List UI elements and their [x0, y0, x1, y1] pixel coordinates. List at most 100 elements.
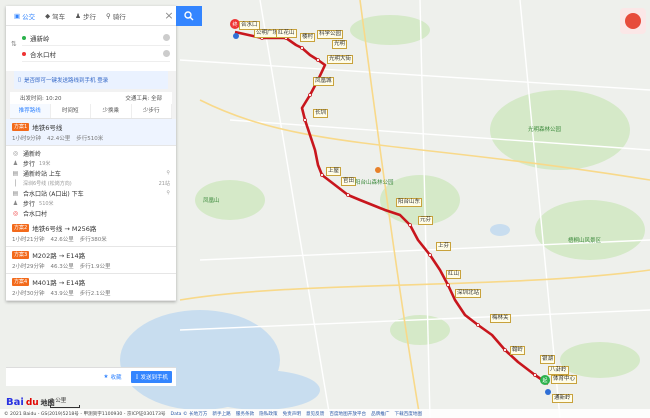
- place-label: 凤凰山: [203, 198, 220, 204]
- logo-text: Bai: [6, 397, 24, 408]
- step-item: ♟ 步行 510米: [12, 198, 170, 208]
- footer-link[interactable]: 意见反馈: [306, 411, 324, 417]
- footer-link[interactable]: 免责声明: [283, 411, 301, 417]
- station-label: 深圳北站: [455, 289, 482, 298]
- clear-icon[interactable]: [163, 34, 170, 41]
- tab-fewest-transfers[interactable]: 少换乘: [91, 104, 132, 118]
- subway-icon: ▤: [12, 169, 19, 177]
- end-icon: ◎: [12, 209, 19, 217]
- svg-text:起: 起: [542, 378, 547, 384]
- footer-link[interactable]: 品牌推广: [371, 411, 389, 417]
- origin-field[interactable]: 通新岭: [22, 30, 170, 46]
- station-label: 元芬: [418, 216, 434, 225]
- transit-type-select[interactable]: 交通工具: 全部: [125, 94, 162, 102]
- bus-icon: ▣: [14, 11, 21, 20]
- scale-label: 2 公里: [50, 398, 67, 404]
- footer-link[interactable]: 隐私政策: [259, 411, 277, 417]
- search-icon: [184, 11, 194, 21]
- clear-icon[interactable]: [163, 50, 170, 57]
- mode-bus[interactable]: ▣ 公交: [9, 6, 40, 26]
- step-item: ◎ 通新岭: [12, 148, 170, 158]
- origin-dot-icon: [22, 35, 26, 40]
- poi-pin[interactable]: [375, 167, 381, 173]
- plan-badge: 方案3: [12, 251, 30, 259]
- step-right: 21站: [158, 180, 170, 187]
- location-icon: ⚲: [166, 170, 170, 176]
- station-label: 体育中心: [551, 375, 578, 384]
- walk-icon: ♟: [12, 199, 19, 207]
- route-options: 出发时间: 10:20 交通工具: 全部: [10, 92, 172, 104]
- plan-walk: 步行510米: [76, 136, 104, 142]
- start-icon: ◎: [12, 149, 19, 157]
- step-item: ▤ 通新岭站 上车 ⚲: [12, 168, 170, 178]
- plan-walk: 步行2.1公里: [79, 291, 111, 297]
- footer-link[interactable]: 服务条款: [236, 411, 254, 417]
- svg-text:终: 终: [232, 21, 237, 28]
- plan-distance: 42.6公里: [50, 237, 74, 243]
- copyright-text: © 2021 Baidu - GS(2019)5218号 - 甲测资字11009…: [4, 411, 166, 417]
- plan-item[interactable]: 方案4 M401路 → E14路 2小时30分钟 43.9公里 步行2.1公里: [6, 274, 176, 301]
- close-icon[interactable]: ×: [162, 9, 176, 22]
- footer-link[interactable]: 新手上路: [212, 411, 230, 417]
- paw-icon: du: [25, 397, 39, 408]
- plan-item[interactable]: 方案1 地铁6号线 1小时9分钟 42.4公里 步行510米: [6, 119, 176, 146]
- footer-link[interactable]: 下载百度地图: [395, 411, 423, 417]
- promo-text: 是否即可一键发送路线到手机 登录: [24, 78, 109, 84]
- panel-actions: ★ 收藏 ▯ 发送到手机: [6, 367, 176, 386]
- line-icon: │: [13, 179, 18, 187]
- footer-link[interactable]: Data © 长地万方: [171, 411, 208, 417]
- destination-dot-icon: [22, 51, 26, 56]
- mode-walk[interactable]: ♟ 步行: [70, 6, 101, 26]
- route-inputs: ⇅ 通新岭 合水口村: [6, 26, 176, 68]
- plan-item[interactable]: 方案2 地铁6号线 → M256路 1小时21分钟 42.6公里 步行380米: [6, 220, 176, 247]
- tab-least-walking[interactable]: 少步行: [132, 104, 172, 118]
- walk-icon: ♟: [12, 159, 19, 167]
- mode-car[interactable]: ◆ 驾车: [40, 6, 70, 26]
- favorite-button[interactable]: ★ 收藏: [100, 371, 126, 383]
- depart-time-select[interactable]: 出发时间: 10:20: [20, 94, 61, 102]
- search-button[interactable]: [176, 6, 202, 26]
- tab-recommended[interactable]: 推荐路线: [10, 104, 51, 118]
- send-to-phone-promo[interactable]: ▯ 是否即可一键发送路线到手机 登录: [14, 71, 168, 89]
- step-item: ♟ 步行 19米: [12, 158, 170, 168]
- plan-line: 地铁6号线 → M256路: [32, 225, 97, 233]
- station-label: 光明大街: [327, 55, 354, 64]
- destination-field[interactable]: 合水口村: [22, 46, 170, 62]
- plan-walk: 步行1.9公里: [79, 264, 111, 270]
- place-label: 梧桐山风景区: [568, 238, 602, 244]
- tab-shortest-time[interactable]: 时间短: [51, 104, 91, 118]
- mode-label: 驾车: [52, 12, 66, 21]
- station-label: 上芬: [436, 242, 452, 251]
- step-text: 深圳6号线 (松岗方向): [23, 180, 72, 187]
- bike-icon: ⚲: [105, 11, 111, 20]
- step-item: ◎ 合水口村: [12, 208, 170, 218]
- swap-icon[interactable]: ⇅: [11, 40, 17, 48]
- mode-bike[interactable]: ⚲ 骑行: [101, 6, 131, 26]
- plan-distance: 46.3公里: [50, 264, 74, 270]
- step-text: 合水口村: [23, 210, 48, 218]
- station-label: 梅林关: [490, 314, 511, 323]
- plan-line: M401路 → E14路: [32, 279, 86, 287]
- transport-modes: ▣ 公交 ◆ 驾车 ♟ 步行 ⚲ 骑行 ×: [6, 6, 176, 26]
- plan-badge: 方案1: [12, 123, 30, 131]
- place-label: 光明森林公园: [528, 127, 562, 133]
- route-panel: ▣ 公交 ◆ 驾车 ♟ 步行 ⚲ 骑行 × ⇅ 通新岭 合水口村 ▯ 是否即可一…: [6, 6, 176, 301]
- station-label: 银湖: [540, 355, 556, 364]
- step-text: 步行: [23, 200, 36, 208]
- plan-item[interactable]: 方案3 M202路 → E14路 2小时29分钟 46.3公里 步行1.9公里: [6, 247, 176, 274]
- footer: © 2021 Baidu - GS(2019)5218号 - 甲测资字11009…: [0, 409, 650, 418]
- step-item[interactable]: │ 深圳6号线 (松岗方向) 21站: [12, 178, 170, 188]
- baidu-logo[interactable]: Bai du 地图: [6, 397, 55, 408]
- station-label: 通新岭: [552, 394, 573, 403]
- plan-line: 地铁6号线: [32, 124, 63, 132]
- send-to-phone-button[interactable]: ▯ 发送到手机: [131, 371, 172, 383]
- corner-badge[interactable]: [620, 8, 646, 34]
- station-label: 凤凰城: [313, 77, 334, 86]
- mode-label: 公交: [22, 12, 36, 21]
- station-label: 八卦岭: [548, 366, 569, 375]
- footer-link[interactable]: 百度地图开放平台: [329, 411, 366, 417]
- place-label: 阳台山森林公园: [355, 180, 394, 186]
- station-label: 红山: [446, 270, 462, 279]
- scale-bar: 2 公里: [50, 396, 80, 408]
- plan-walk: 步行380米: [79, 237, 107, 243]
